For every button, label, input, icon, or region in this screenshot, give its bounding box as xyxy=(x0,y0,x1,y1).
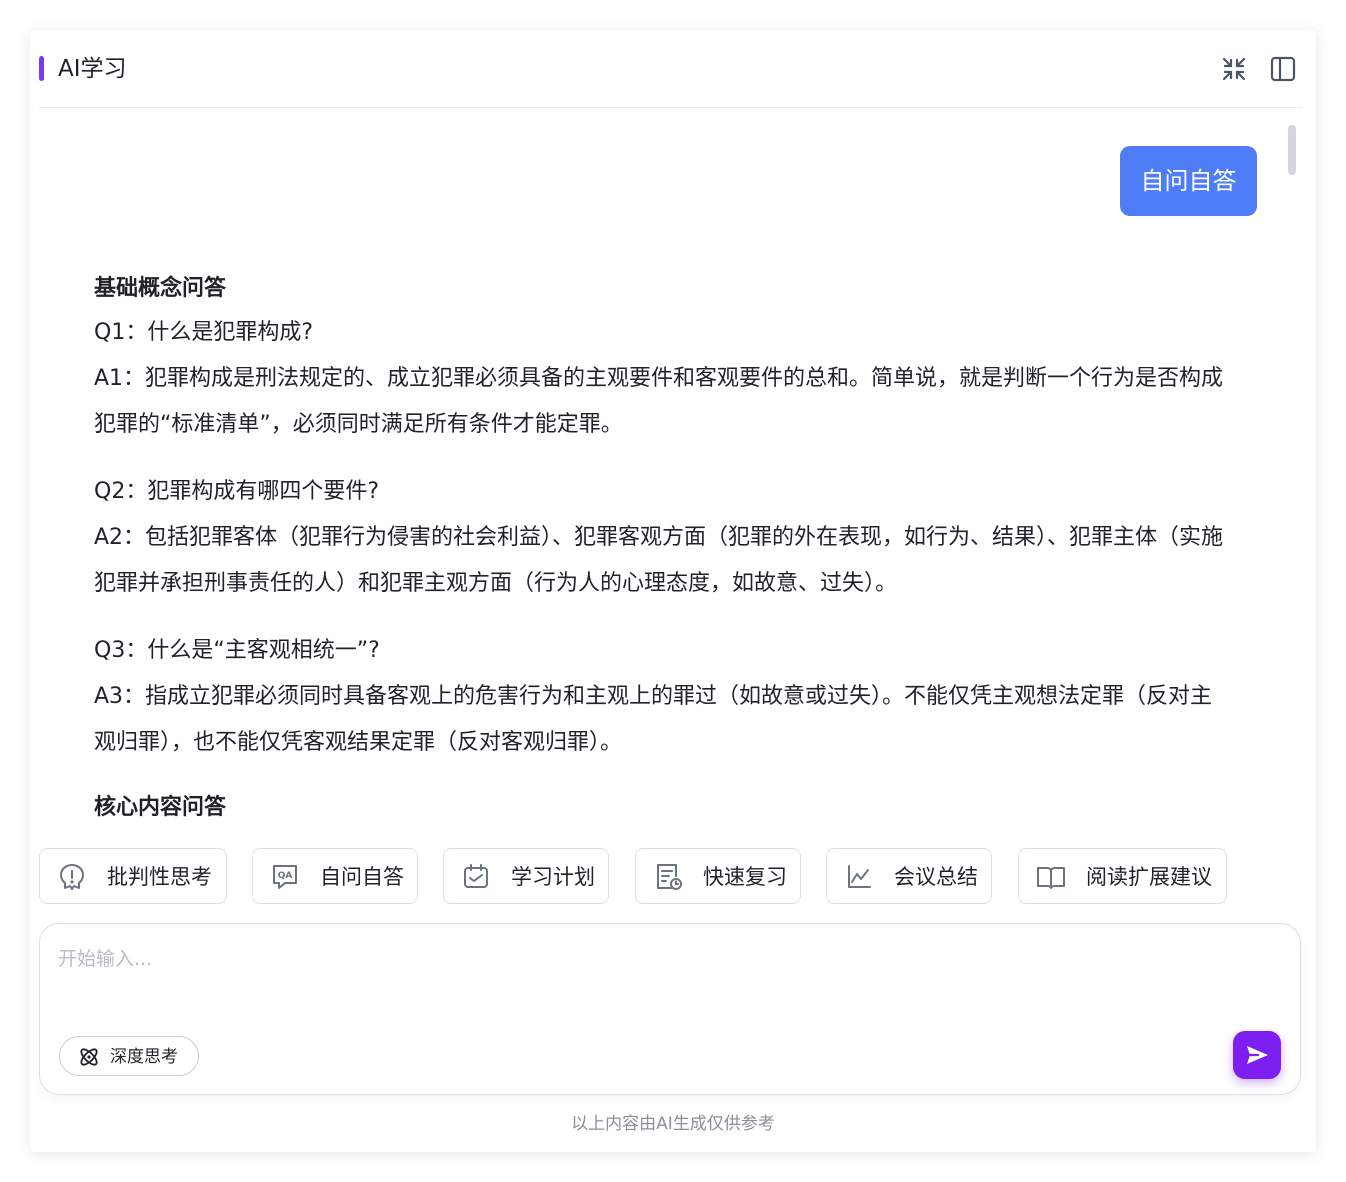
quick-action-study-plan[interactable]: 学习计划 xyxy=(443,848,609,904)
quick-action-self-qa[interactable]: QA 自问自答 xyxy=(252,848,418,904)
send-icon xyxy=(1247,1046,1268,1064)
deep-think-toggle[interactable]: 深度思考 xyxy=(59,1036,199,1076)
section-title: 核心内容问答 xyxy=(94,795,227,820)
quick-action-label: 快速复习 xyxy=(703,865,787,889)
quick-action-label: 学习计划 xyxy=(511,865,595,889)
answer-text: A2：包括犯罪客体（犯罪行为侵害的社会利益）、犯罪客观方面（犯罪的外在表现，如行… xyxy=(94,525,1224,596)
panel-title: AI学习 xyxy=(58,56,127,82)
quick-action-quick-review[interactable]: 快速复习 xyxy=(635,848,801,904)
question-text: Q3：什么是“主客观相统一”? xyxy=(94,638,380,663)
chat-input[interactable] xyxy=(58,944,1208,1004)
title-accent-bar xyxy=(39,56,44,81)
calendar-check-icon xyxy=(460,861,492,893)
open-book-icon xyxy=(1035,861,1067,893)
quick-action-label: 批判性思考 xyxy=(107,865,212,889)
document-clock-icon xyxy=(652,861,684,893)
sidebar-toggle-icon[interactable] xyxy=(1269,55,1297,83)
quick-action-critical-thinking[interactable]: 批判性思考 xyxy=(39,848,227,904)
qa-item: Q1：什么是犯罪构成? A1：犯罪构成是刑法规定的、成立犯罪必须具备的主观要件和… xyxy=(94,310,1229,448)
ai-disclaimer: 以上内容由AI生成仅供参考 xyxy=(571,1114,775,1134)
scrollbar-thumb[interactable] xyxy=(1288,125,1296,175)
send-button[interactable] xyxy=(1233,1031,1281,1079)
quick-action-meeting-summary[interactable]: 会议总结 xyxy=(826,848,992,904)
quick-action-reading-suggestions[interactable]: 阅读扩展建议 xyxy=(1018,848,1227,904)
answer-text: A1：犯罪构成是刑法规定的、成立犯罪必须具备的主观要件和客观要件的总和。简单说，… xyxy=(94,366,1224,437)
question-text: Q2：犯罪构成有哪四个要件? xyxy=(94,479,379,504)
quick-action-label: 会议总结 xyxy=(894,865,978,889)
bulb-icon xyxy=(56,861,88,893)
ai-learning-panel: AI学习 自问自答 基础概念问答 Q1：什么是犯罪构成? A1：犯罪构成是刑法规… xyxy=(30,30,1316,1152)
chat-input-box: 深度思考 xyxy=(39,923,1301,1095)
collapse-icon[interactable] xyxy=(1220,55,1248,83)
svg-text:QA: QA xyxy=(278,871,293,881)
user-message-bubble: 自问自答 xyxy=(1120,146,1257,216)
quick-action-label: 自问自答 xyxy=(320,865,404,889)
answer-text: A3：指成立犯罪必须同时具备客观上的危害行为和主观上的罪过（如故意或过失）。不能… xyxy=(94,684,1213,755)
ai-answer: 基础概念问答 Q1：什么是犯罪构成? A1：犯罪构成是刑法规定的、成立犯罪必须具… xyxy=(94,268,1229,829)
section-title: 基础概念问答 xyxy=(94,276,227,301)
quick-action-label: 阅读扩展建议 xyxy=(1086,865,1212,889)
line-chart-icon xyxy=(843,861,875,893)
panel-header: AI学习 xyxy=(39,30,1302,108)
qa-item: Q2：犯罪构成有哪四个要件? A2：包括犯罪客体（犯罪行为侵害的社会利益）、犯罪… xyxy=(94,469,1229,607)
qa-icon: QA xyxy=(269,861,301,893)
atom-icon xyxy=(77,1045,101,1069)
deep-think-label: 深度思考 xyxy=(110,1047,178,1067)
qa-item: Q3：什么是“主客观相统一”? A3：指成立犯罪必须同时具备客观上的危害行为和主… xyxy=(94,628,1229,766)
question-text: Q1：什么是犯罪构成? xyxy=(94,320,313,345)
